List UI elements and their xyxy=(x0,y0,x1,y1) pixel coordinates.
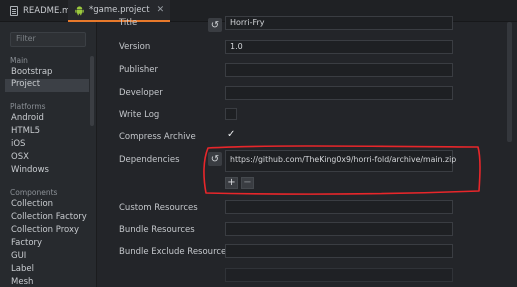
developer-label: Developer xyxy=(119,88,163,98)
sidebar-item-osx[interactable]: OSX xyxy=(10,152,90,165)
write-log-label: Write Log xyxy=(119,110,160,120)
version-field[interactable]: 1.0 xyxy=(225,40,453,54)
publisher-field[interactable] xyxy=(225,63,453,77)
dependencies-label: Dependencies xyxy=(119,155,180,165)
sidebar: Filter Main Bootstrap Project Platforms … xyxy=(0,22,97,287)
write-log-checkbox[interactable] xyxy=(225,108,237,120)
sidebar-item-mesh[interactable]: Mesh xyxy=(10,277,90,287)
filter-input[interactable]: Filter xyxy=(10,32,86,47)
bundle-exclude-resources-label: Bundle Exclude Resources xyxy=(119,247,231,257)
file-icon xyxy=(10,6,18,16)
main-scrollbar[interactable] xyxy=(507,22,512,142)
sidebar-item-collection-proxy[interactable]: Collection Proxy xyxy=(10,225,90,238)
dependency-url[interactable]: https://github.com/TheKing0x9/horri-fold… xyxy=(230,155,456,164)
bundle-exclude-resources-field[interactable] xyxy=(225,244,453,258)
add-dependency-button[interactable]: + xyxy=(225,177,238,189)
sidebar-item-collection[interactable]: Collection xyxy=(10,199,90,212)
sidebar-section-main: Main xyxy=(10,56,28,65)
sidebar-item-android[interactable]: Android xyxy=(10,113,90,126)
sidebar-item-ios[interactable]: iOS xyxy=(10,139,90,152)
version-label: Version xyxy=(119,42,151,52)
sidebar-section-platforms: Platforms xyxy=(10,102,46,111)
title-field[interactable]: Horri-Fry xyxy=(225,16,453,30)
sidebar-item-html5[interactable]: HTML5 xyxy=(10,126,90,139)
sidebar-section-components: Components xyxy=(10,188,58,197)
bundle-resources-field[interactable] xyxy=(225,222,453,236)
sidebar-item-label[interactable]: Label xyxy=(10,264,90,277)
close-icon[interactable]: ✕ xyxy=(157,5,165,15)
tab-label: *game.project xyxy=(89,5,150,15)
reset-icon[interactable]: ↺ xyxy=(208,152,222,166)
custom-resources-label: Custom Resources xyxy=(119,203,198,213)
sidebar-item-gui[interactable]: GUI xyxy=(10,251,90,264)
dependencies-list: https://github.com/TheKing0x9/horri-fold… xyxy=(225,150,456,172)
settings-panel: Title ↺ Horri-Fry Version 1.0 Publisher … xyxy=(98,16,517,287)
checkmark-icon[interactable]: ✓ xyxy=(227,130,235,140)
reset-icon[interactable]: ↺ xyxy=(208,18,222,32)
sidebar-item-collection-factory[interactable]: Collection Factory xyxy=(10,212,90,225)
sidebar-item-windows[interactable]: Windows xyxy=(10,165,90,178)
compress-archive-label: Compress Archive xyxy=(119,132,196,142)
sidebar-item-project[interactable]: Project xyxy=(5,79,89,92)
sidebar-scrollbar[interactable] xyxy=(90,56,94,126)
sidebar-item-factory[interactable]: Factory xyxy=(10,238,90,251)
custom-resources-field[interactable] xyxy=(225,200,453,214)
publisher-label: Publisher xyxy=(119,65,159,75)
developer-field[interactable] xyxy=(225,86,453,100)
android-icon xyxy=(75,5,84,15)
title-label: Title xyxy=(119,18,138,28)
remove-dependency-button[interactable]: − xyxy=(241,177,254,189)
bundle-resources-label: Bundle Resources xyxy=(119,225,195,235)
next-field[interactable] xyxy=(225,268,453,282)
